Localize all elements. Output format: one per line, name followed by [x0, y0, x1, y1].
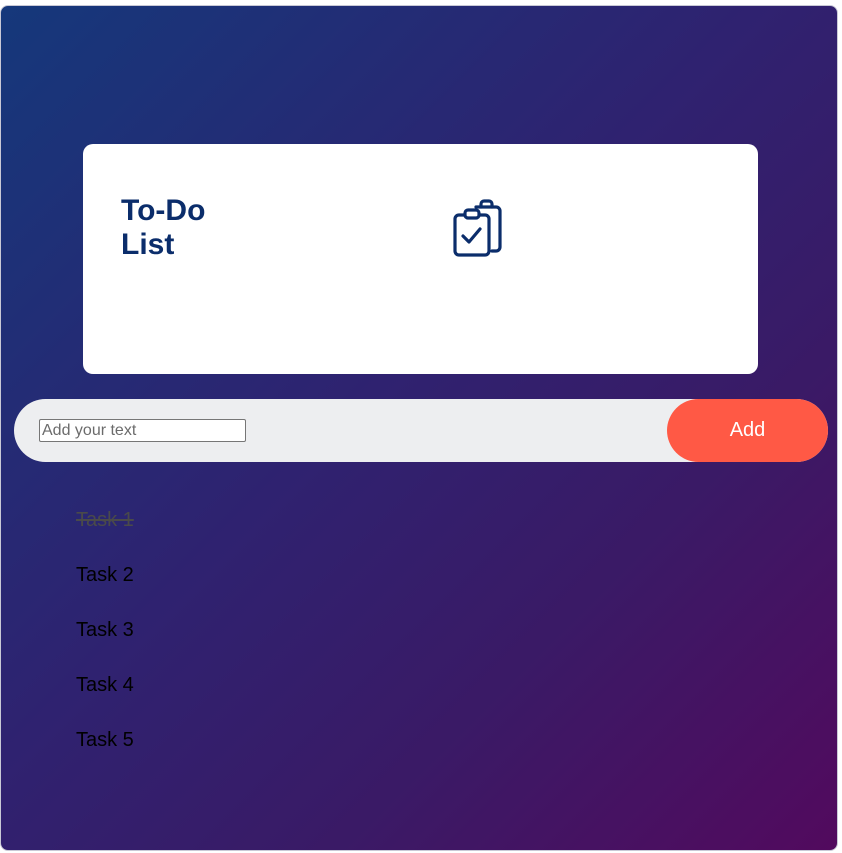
task-item[interactable]: Task 3 — [76, 616, 134, 671]
clipboard-check-icon — [453, 199, 502, 257]
task-list: Task 1 Task 2 Task 3 Task 4 Task 5 — [76, 506, 134, 781]
task-item[interactable]: Task 5 — [76, 726, 134, 781]
task-item[interactable]: Task 2 — [76, 561, 134, 616]
task-item[interactable]: Task 1 — [76, 506, 134, 561]
add-task-bar: Add — [14, 399, 828, 462]
todo-app-container: To-Do List Add Task 1 Task 2 Task 3 Task… — [0, 5, 838, 851]
add-button[interactable]: Add — [667, 399, 828, 462]
header-card: To-Do List — [83, 144, 758, 374]
task-text-input[interactable] — [39, 419, 246, 442]
page-title: To-Do List — [121, 194, 206, 261]
task-item[interactable]: Task 4 — [76, 671, 134, 726]
